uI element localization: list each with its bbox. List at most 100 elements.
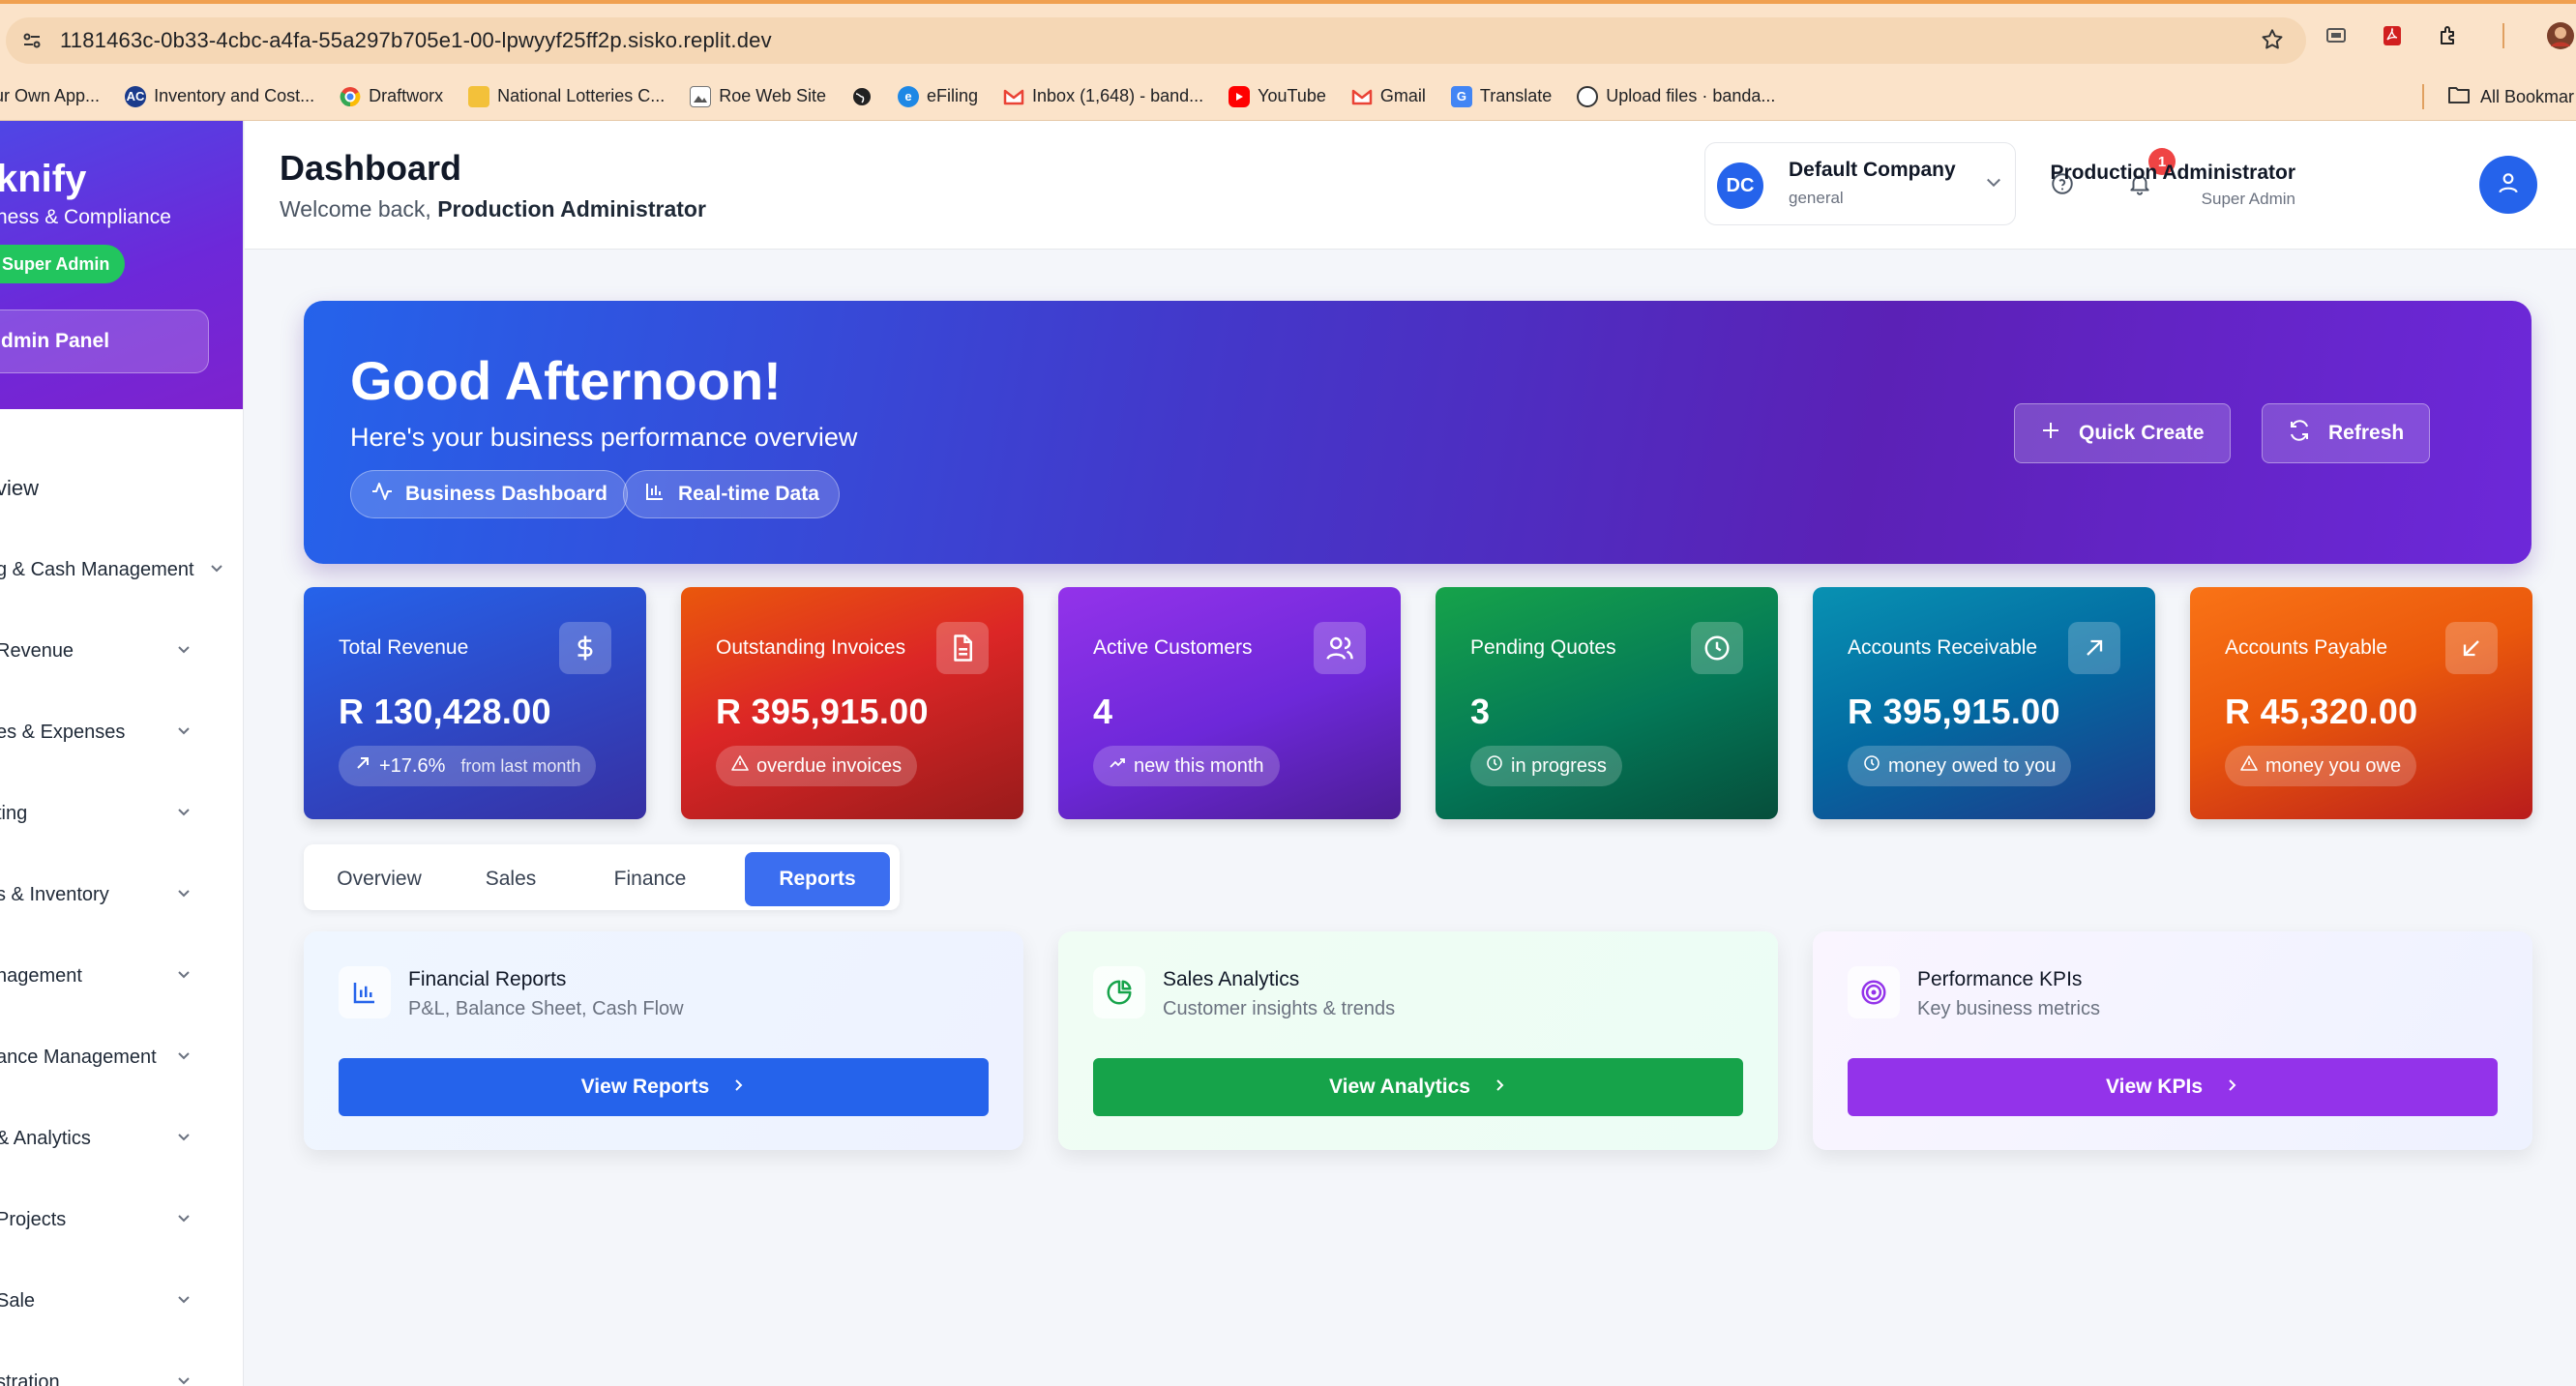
greeting-subtitle: Here's your business performance overvie… xyxy=(350,423,858,452)
financial-reports-card: Financial Reports P&L, Balance Sheet, Ca… xyxy=(304,931,1023,1150)
sidebar-item-accounting[interactable]: ting xyxy=(0,773,243,854)
sidebar-header: knify ness & Compliance Super Admin dmin… xyxy=(0,121,243,409)
sidebar-item-point-of-sale[interactable]: Sale xyxy=(0,1260,243,1342)
chevron-down-icon xyxy=(176,1128,192,1150)
bookmark-item[interactable]: Inbox (1,648) - band... xyxy=(1003,86,1203,107)
stat-card-total-revenue[interactable]: Total Revenue R 130,428.00 +17.6% from l… xyxy=(304,587,646,819)
gmail-icon xyxy=(1003,86,1024,107)
lotteries-icon xyxy=(468,85,490,107)
chevron-down-icon xyxy=(1984,172,2003,196)
sidebar-item-expenses[interactable]: es & Expenses xyxy=(0,692,243,773)
ac-icon: AC xyxy=(125,85,147,107)
plus-icon xyxy=(2040,420,2061,447)
pdf-extension-icon[interactable] xyxy=(2378,21,2407,50)
admin-panel-button[interactable]: dmin Panel xyxy=(0,310,209,373)
youtube-icon xyxy=(1229,85,1251,107)
sidebar-item-compliance-management[interactable]: ance Management xyxy=(0,1017,243,1098)
user-avatar[interactable] xyxy=(2479,156,2537,214)
site-settings-icon[interactable] xyxy=(15,24,48,57)
page-title: Dashboard xyxy=(280,148,462,188)
view-kpis-button[interactable]: View KPIs xyxy=(1848,1058,2498,1116)
quick-create-button[interactable]: Quick Create xyxy=(2014,403,2231,463)
sidebar-item-revenue[interactable]: Revenue xyxy=(0,610,243,692)
profile-avatar-icon[interactable] xyxy=(2546,21,2575,50)
chevron-right-icon xyxy=(730,1076,746,1099)
cast-icon[interactable] xyxy=(2322,21,2351,50)
bookmark-item[interactable]: Roe Web Site xyxy=(690,85,826,107)
dollar-icon xyxy=(559,622,611,674)
bookmark-item[interactable]: ur Own App... xyxy=(0,86,100,106)
company-avatar: DC xyxy=(1717,162,1763,209)
refresh-icon xyxy=(2288,419,2311,448)
bookmark-item[interactable]: YouTube xyxy=(1229,85,1326,107)
bookmark-item[interactable] xyxy=(851,86,873,107)
browser-toolbar: 1181463c-0b33-4cbc-a4fa-55a297b705e1-00-… xyxy=(0,0,2576,73)
trend-up-icon xyxy=(1109,754,1126,778)
extensions-icon[interactable] xyxy=(2434,21,2463,50)
chevron-right-icon xyxy=(1492,1076,1507,1099)
refresh-button[interactable]: Refresh xyxy=(2262,403,2431,463)
target-icon xyxy=(1848,966,1900,1018)
chevron-down-icon xyxy=(176,1047,192,1069)
tab-overview[interactable]: Overview xyxy=(317,852,441,906)
stat-card-accounts-receivable[interactable]: Accounts Receivable R 395,915.00 money o… xyxy=(1813,587,2155,819)
stat-card-outstanding-invoices[interactable]: Outstanding Invoices R 395,915.00 overdu… xyxy=(681,587,1023,819)
gmail-icon xyxy=(1351,86,1373,107)
sidebar-item-overview[interactable]: view xyxy=(0,448,243,529)
url-text: 1181463c-0b33-4cbc-a4fa-55a297b705e1-00-… xyxy=(60,28,772,52)
stat-card-active-customers[interactable]: Active Customers 4 new this month xyxy=(1058,587,1401,819)
bookmark-item[interactable]: G Translate xyxy=(1450,85,1552,107)
tab-finance[interactable]: Finance xyxy=(584,852,716,906)
sidebar-item-management[interactable]: nagement xyxy=(0,935,243,1017)
globe-icon xyxy=(851,86,873,107)
tab-reports[interactable]: Reports xyxy=(745,852,890,906)
bar-chart-icon xyxy=(643,480,666,509)
translate-icon: G xyxy=(1450,85,1472,107)
page-header: Dashboard Welcome back, Production Admin… xyxy=(245,121,2576,250)
welcome-banner: Good Afternoon! Here's your business per… xyxy=(304,301,2532,564)
all-bookmarks-button[interactable]: All Bookmar xyxy=(2447,73,2574,121)
bar-chart-icon xyxy=(339,966,391,1018)
view-analytics-button[interactable]: View Analytics xyxy=(1093,1058,1743,1116)
role-badge: Super Admin xyxy=(0,245,126,283)
bookmark-item[interactable]: e eFiling xyxy=(898,85,978,107)
tab-sales[interactable]: Sales xyxy=(457,852,565,906)
sidebar: knify ness & Compliance Super Admin dmin… xyxy=(0,121,244,1386)
chevron-down-icon xyxy=(176,1290,192,1312)
chevron-right-icon xyxy=(2224,1076,2239,1099)
folder-icon xyxy=(2447,85,2471,109)
divider-icon xyxy=(2490,21,2519,50)
efiling-icon: e xyxy=(898,85,919,107)
sidebar-item-projects[interactable]: Projects xyxy=(0,1179,243,1260)
bookmark-item[interactable]: National Lotteries C... xyxy=(468,85,665,107)
chevron-down-icon xyxy=(176,722,192,744)
bookmark-item[interactable]: AC Inventory and Cost... xyxy=(125,85,314,107)
chevron-down-icon xyxy=(176,965,192,988)
sidebar-nav: view g & Cash Management Revenue es & Ex… xyxy=(0,448,243,1386)
view-reports-button[interactable]: View Reports xyxy=(339,1058,989,1116)
brand-logo-text: knify xyxy=(0,158,87,200)
address-bar[interactable]: 1181463c-0b33-4cbc-a4fa-55a297b705e1-00-… xyxy=(6,17,2306,64)
stat-card-accounts-payable[interactable]: Accounts Payable R 45,320.00 money you o… xyxy=(2190,587,2532,819)
pie-chart-icon xyxy=(1093,966,1145,1018)
bookmark-item[interactable]: Draftworx xyxy=(340,86,443,107)
company-selector[interactable]: DC Default Company general xyxy=(1704,142,2016,225)
chevron-down-icon xyxy=(209,559,224,581)
real-time-data-chip: Real-time Data xyxy=(623,470,840,518)
bookmark-item[interactable]: Upload files · banda... xyxy=(1577,85,1775,107)
sidebar-item-inventory[interactable]: s & Inventory xyxy=(0,854,243,935)
chevron-down-icon xyxy=(176,1209,192,1231)
sales-analytics-card: Sales Analytics Customer insights & tren… xyxy=(1058,931,1778,1150)
warning-icon xyxy=(2240,754,2258,778)
chevron-down-icon xyxy=(176,640,192,663)
sidebar-item-administration[interactable]: stration xyxy=(0,1342,243,1386)
performance-kpis-card: Performance KPIs Key business metrics Vi… xyxy=(1813,931,2532,1150)
sidebar-item-analytics[interactable]: & Analytics xyxy=(0,1098,243,1179)
bookmark-item[interactable]: Gmail xyxy=(1351,86,1426,107)
chrome-icon xyxy=(340,86,361,107)
sidebar-item-cash-management[interactable]: g & Cash Management xyxy=(0,529,243,610)
bookmark-star-icon[interactable] xyxy=(2260,27,2285,57)
stat-card-pending-quotes[interactable]: Pending Quotes 3 in progress xyxy=(1436,587,1778,819)
chevron-down-icon xyxy=(176,1371,192,1386)
chevron-down-icon xyxy=(176,803,192,825)
